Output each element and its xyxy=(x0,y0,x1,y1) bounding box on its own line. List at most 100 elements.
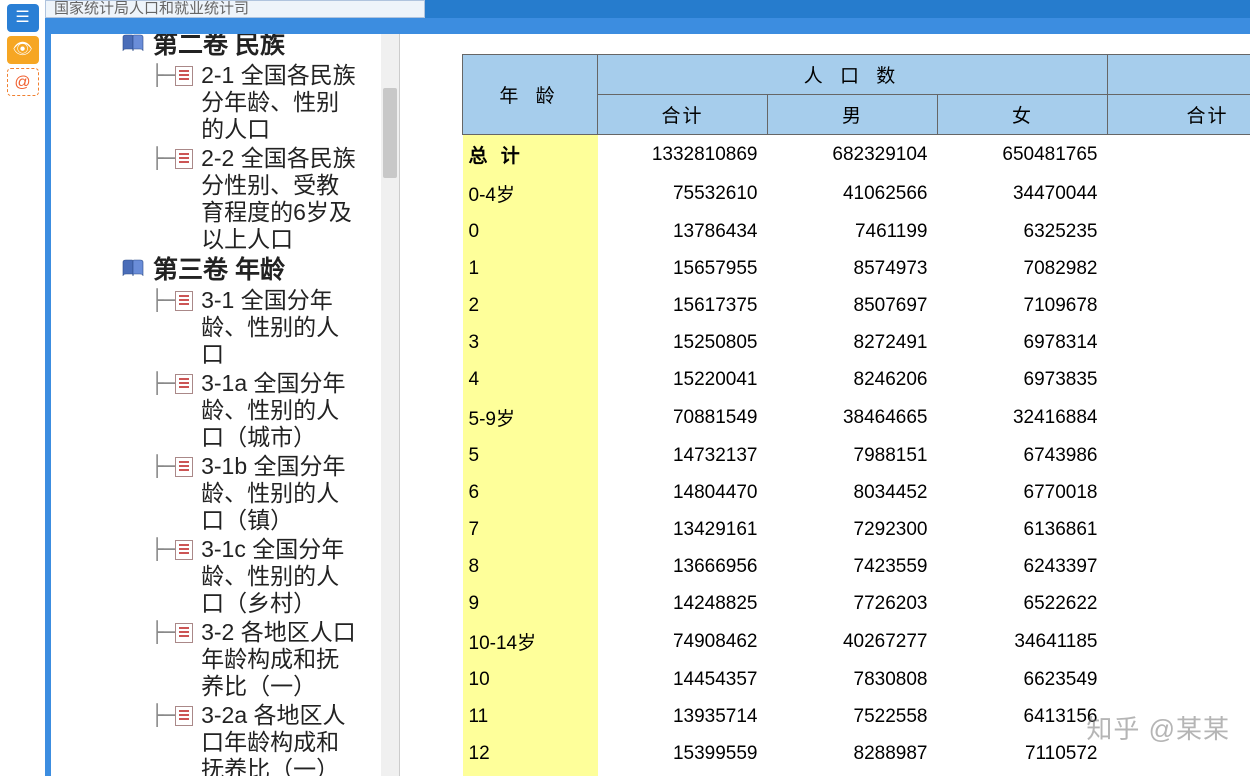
tree-branch-icon: ├─ xyxy=(151,702,175,728)
cell-male: 8161000 xyxy=(768,772,938,776)
sidebar: 第二卷 民族├─2-1 全国各民族分年龄、性别的人口├─2-2 全国各民族分性别… xyxy=(45,18,400,776)
nav-item[interactable]: ├─3-1a 全国分年龄、性别的人口（城市） xyxy=(151,370,381,451)
cell-male: 7423559 xyxy=(768,548,938,585)
cell-female: 6136861 xyxy=(938,511,1108,548)
cell-total: 70881549 xyxy=(598,398,768,437)
cell-total: 74908462 xyxy=(598,622,768,661)
cell-age: 6 xyxy=(463,474,598,511)
nav-item-label: 2-2 全国各民族分性别、受教育程度的6岁及以上人口 xyxy=(201,145,356,253)
sidebar-scrollbar-track[interactable] xyxy=(381,28,399,776)
cell-extra xyxy=(1108,548,1250,585)
cell-extra xyxy=(1108,213,1250,250)
nav-item[interactable]: ├─2-1 全国各民族分年龄、性别的人口 xyxy=(151,62,381,143)
cell-age: 2 xyxy=(463,287,598,324)
cell-total: 14732137 xyxy=(598,437,768,474)
cell-female: 34641185 xyxy=(938,622,1108,661)
cell-female: 6770018 xyxy=(938,474,1108,511)
table-row: 01378643474611996325235 xyxy=(463,213,1250,250)
cell-male: 8507697 xyxy=(768,287,938,324)
cell-male: 7292300 xyxy=(768,511,938,548)
population-table: 年 龄 人 口 数 合计 男 女 合计 总 计13328108696823291… xyxy=(462,54,1250,776)
cell-age: 9 xyxy=(463,585,598,622)
cell-female: 34470044 xyxy=(938,174,1108,213)
cell-age: 12 xyxy=(463,735,598,772)
cell-total: 15220041 xyxy=(598,361,768,398)
cell-age: 3 xyxy=(463,324,598,361)
tree-branch-icon: ├─ xyxy=(151,370,175,396)
book-icon xyxy=(121,34,145,54)
page-icon xyxy=(175,706,193,726)
nav-item-label: 3-1 全国分年龄、性别的人口 xyxy=(201,287,356,368)
table-row: 11565795585749737082982 xyxy=(463,250,1250,287)
sub-blue-bar xyxy=(45,18,1250,34)
cell-female: 7064032 xyxy=(938,772,1108,776)
col-extra-top xyxy=(1108,55,1250,95)
cell-female: 6978314 xyxy=(938,324,1108,361)
cell-age: 4 xyxy=(463,361,598,398)
cell-extra xyxy=(1108,661,1250,698)
cell-age: 10-14岁 xyxy=(463,622,598,661)
tree-branch-icon: ├─ xyxy=(151,287,175,313)
cell-age: 10 xyxy=(463,661,598,698)
cell-extra xyxy=(1108,135,1250,175)
nav-item[interactable]: ├─2-2 全国各民族分性别、受教育程度的6岁及以上人口 xyxy=(151,145,381,253)
cell-extra xyxy=(1108,398,1250,437)
nav-item-label: 3-1b 全国分年龄、性别的人口（镇） xyxy=(201,453,356,534)
at-icon[interactable]: @ xyxy=(7,68,39,96)
volume-title[interactable]: 第二卷 民族 xyxy=(153,30,285,60)
table-row: 61480447080344526770018 xyxy=(463,474,1250,511)
cell-female: 6325235 xyxy=(938,213,1108,250)
cell-male: 7461199 xyxy=(768,213,938,250)
cell-age: 0 xyxy=(463,213,598,250)
cell-male: 7830808 xyxy=(768,661,938,698)
col-age: 年 龄 xyxy=(463,55,598,135)
volume-title[interactable]: 第三卷 年龄 xyxy=(153,255,285,285)
book-icon xyxy=(121,259,145,279)
sidebar-scrollbar-thumb[interactable] xyxy=(383,88,397,178)
cell-extra xyxy=(1108,324,1250,361)
cell-extra xyxy=(1108,772,1250,776)
cell-total: 75532610 xyxy=(598,174,768,213)
cell-female: 6243397 xyxy=(938,548,1108,585)
list-icon[interactable]: ☰ xyxy=(7,4,39,32)
col-male: 男 xyxy=(768,95,938,135)
cell-total: 15250805 xyxy=(598,324,768,361)
page-icon xyxy=(175,457,193,477)
nav-item[interactable]: ├─ 3-1 全国分年龄、性别的人口 xyxy=(151,287,381,368)
cell-female: 6743986 xyxy=(938,437,1108,474)
cell-extra xyxy=(1108,474,1250,511)
nav-item[interactable]: ├─3-2a 各地区人口年龄构成和抚养比（一） xyxy=(151,702,381,776)
cell-total: 15617375 xyxy=(598,287,768,324)
cell-total: 15225032 xyxy=(598,772,768,776)
tree-branch-icon: ├─ xyxy=(151,619,175,645)
nav-item-label: 3-1c 全国分年龄、性别的人口（乡村） xyxy=(201,536,356,617)
cell-age: 0-4岁 xyxy=(463,174,598,213)
cell-male: 8034452 xyxy=(768,474,938,511)
col-total: 合计 xyxy=(598,95,768,135)
nav-item[interactable]: ├─3-1c 全国分年龄、性别的人口（乡村） xyxy=(151,536,381,617)
cell-male: 8246206 xyxy=(768,361,938,398)
cell-total: 15399559 xyxy=(598,735,768,772)
cell-total: 14248825 xyxy=(598,585,768,622)
table-row: 101445435778308086623549 xyxy=(463,661,1250,698)
cell-female: 6973835 xyxy=(938,361,1108,398)
table-row: 31525080582724916978314 xyxy=(463,324,1250,361)
window-title: 国家统计局人口和就业统计司 xyxy=(45,0,425,18)
cell-extra xyxy=(1108,735,1250,772)
nav-item[interactable]: ├─3-2 各地区人口年龄构成和抚养比（一） xyxy=(151,619,381,700)
cell-extra xyxy=(1108,250,1250,287)
cell-total: 14804470 xyxy=(598,474,768,511)
page-icon xyxy=(175,540,193,560)
col-total2: 合计 xyxy=(1108,95,1250,135)
cell-male: 41062566 xyxy=(768,174,938,213)
nav-item[interactable]: ├─3-1b 全国分年龄、性别的人口（镇） xyxy=(151,453,381,534)
cell-total: 13786434 xyxy=(598,213,768,250)
table-row: 51473213779881516743986 xyxy=(463,437,1250,474)
left-icon-strip: ☰ 👁 @ xyxy=(0,0,45,776)
cell-total: 15657955 xyxy=(598,250,768,287)
weibo-icon[interactable]: 👁 xyxy=(7,36,39,64)
cell-extra xyxy=(1108,174,1250,213)
cell-male: 38464665 xyxy=(768,398,938,437)
table-row: 41522004182462066973835 xyxy=(463,361,1250,398)
cell-male: 682329104 xyxy=(768,135,938,175)
